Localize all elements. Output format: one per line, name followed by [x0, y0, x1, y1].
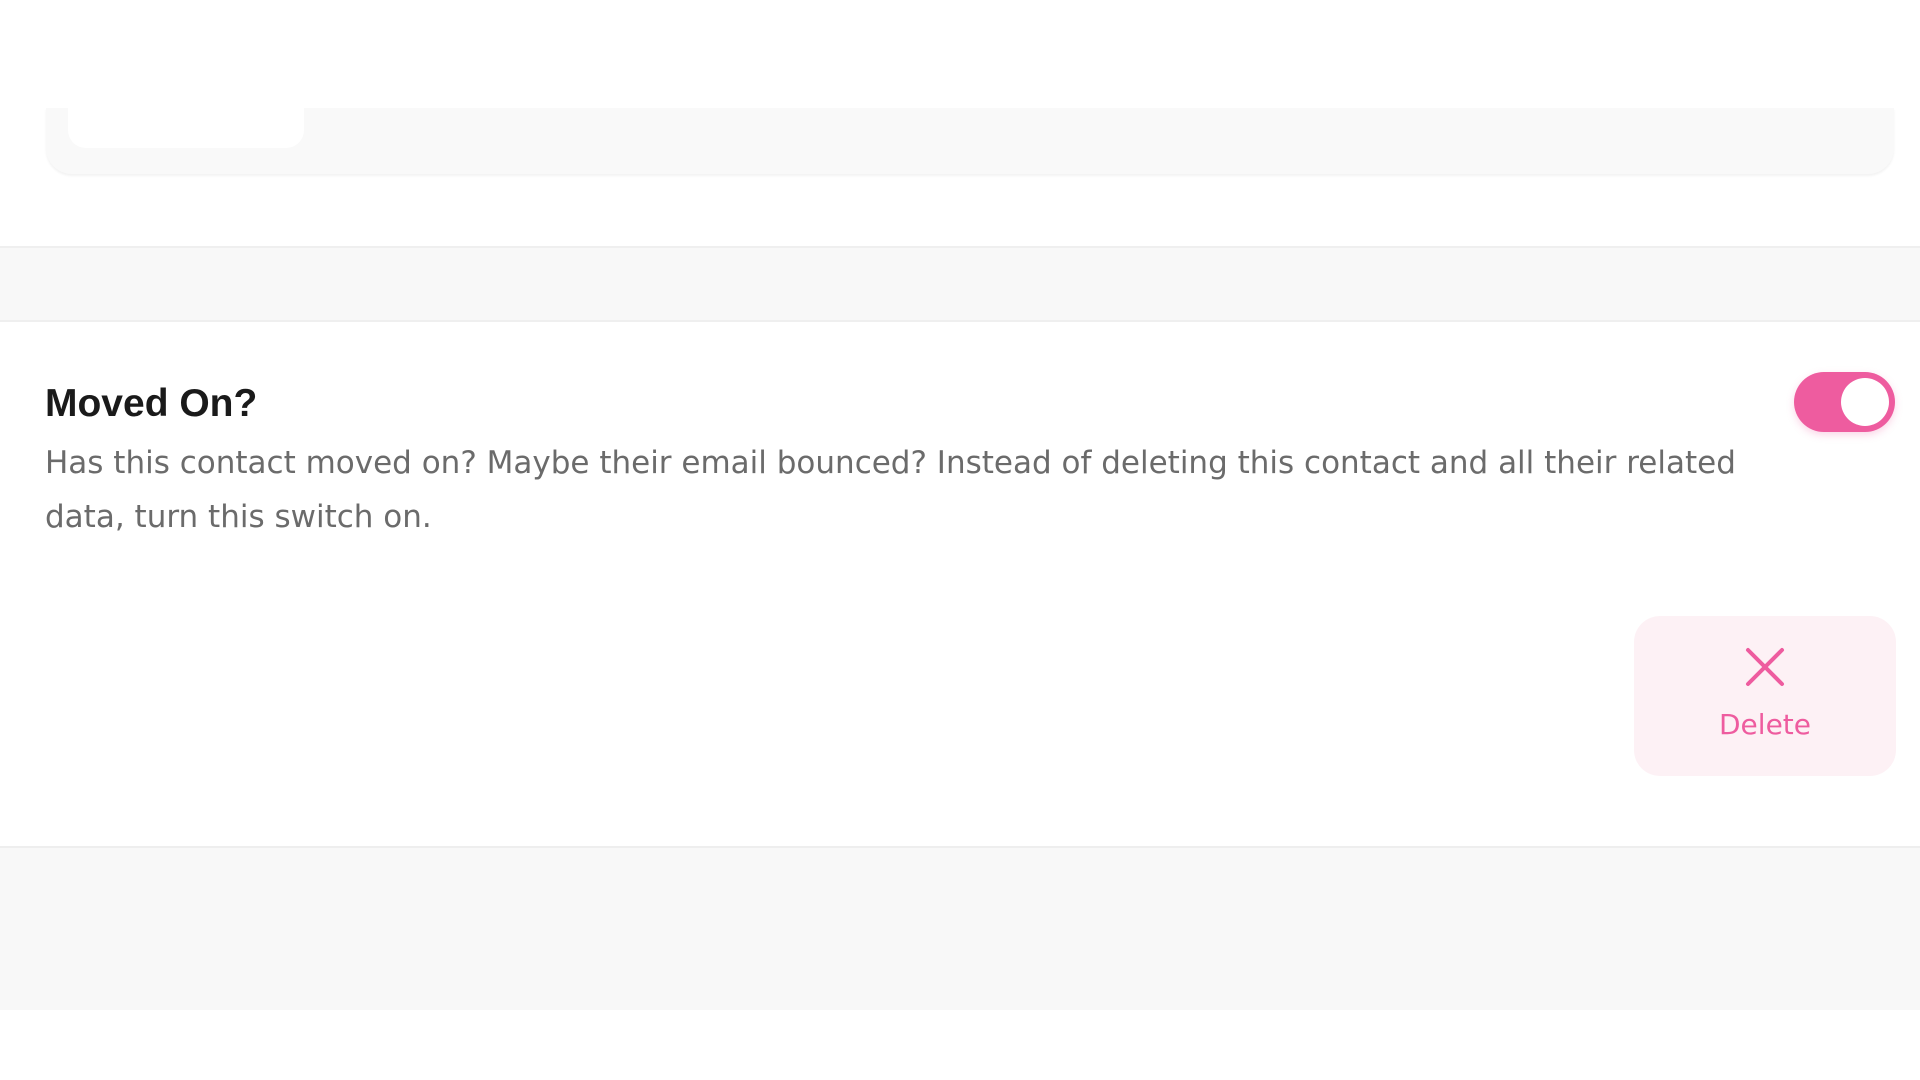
moved-on-section: Moved On? Has this contact moved on? May… [0, 322, 1920, 848]
top-area [0, 0, 1920, 246]
moved-on-toggle[interactable] [1794, 372, 1895, 432]
toggle-knob [1841, 378, 1889, 426]
delete-button[interactable]: Delete [1634, 616, 1896, 776]
section-divider [0, 246, 1920, 322]
previous-card [46, 108, 1894, 174]
close-icon [1746, 648, 1784, 686]
contact-settings-page: Moved On? Has this contact moved on? May… [0, 0, 1920, 1080]
previous-card-field [68, 108, 304, 148]
footer-white [0, 1010, 1920, 1080]
footer-band [0, 846, 1920, 1010]
moved-on-title: Moved On? [45, 382, 258, 425]
delete-label: Delete [1719, 708, 1811, 741]
moved-on-description: Has this contact moved on? Maybe their e… [45, 445, 1736, 535]
